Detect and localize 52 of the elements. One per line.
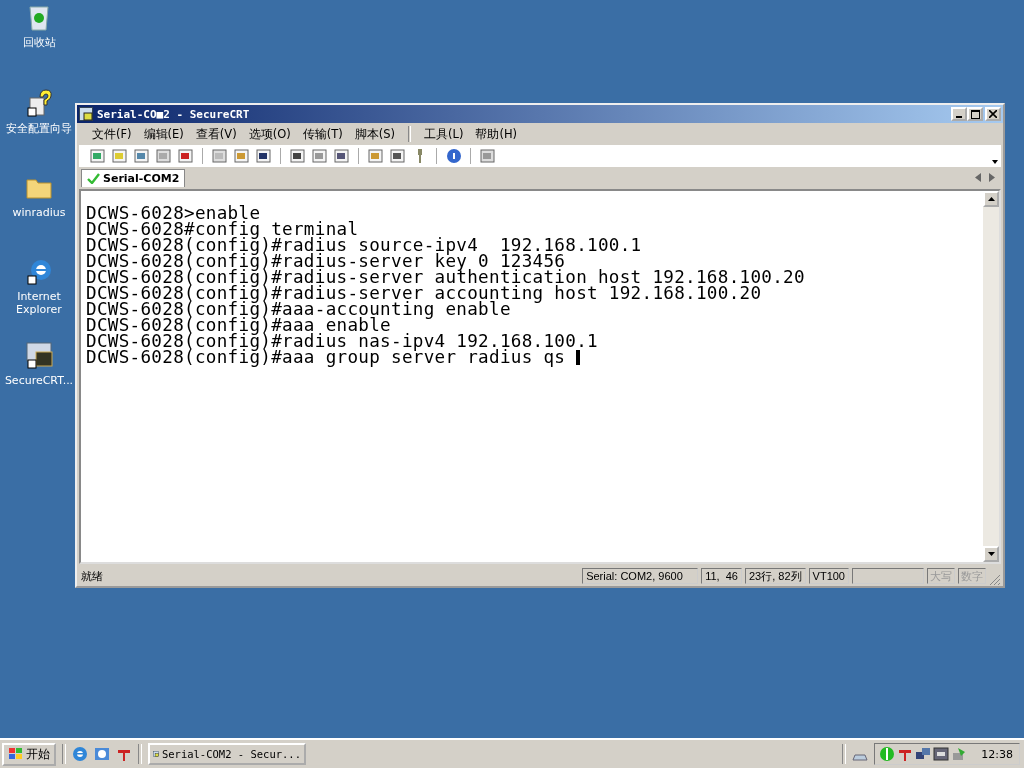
tab-left-icon[interactable] — [975, 172, 981, 182]
status-panel: Serial: COM2, 9600 — [582, 568, 699, 584]
clock: 12:38 — [981, 747, 1013, 761]
terminal-line: DCWS-6028(config)#radius-server accounting host 192.168.100.20 — [86, 285, 762, 301]
desktop-icon-label: 安全配置向导 — [5, 122, 73, 135]
menu-item[interactable]: 选项(O) — [243, 124, 296, 144]
session-tab[interactable]: Serial-COM2 — [81, 169, 186, 187]
taskbar-window-button[interactable]: Serial-COM2 - Secur... — [148, 743, 306, 765]
terminal-line: DCWS-6028(config)#radius-server authentication host 192.168.100.20 — [86, 269, 805, 285]
key-indicator: 数字 — [958, 568, 986, 584]
scroll-up-icon[interactable] — [987, 197, 995, 201]
status-panel: VT100 — [808, 568, 849, 584]
close-icon — [989, 110, 997, 118]
terminal-line: DCWS-6028(config)#radius source-ipv4 192.168.100.1 — [86, 237, 642, 253]
terminal-line: DCWS-6028(config)#aaa-accounting enable — [86, 301, 511, 317]
terminal-line: DCWS-6028(config)#aaa enable — [86, 317, 391, 333]
status-panel: 23行, 82列 — [745, 568, 806, 584]
terminal-line: DCWS-6028(config)#radius-server key 0 123456 — [86, 253, 566, 269]
status-text: 就绪 — [81, 568, 104, 584]
status-panel: 11, 46 — [701, 568, 742, 584]
question-document-icon[interactable] — [24, 88, 54, 118]
windows-logo-icon — [8, 747, 24, 761]
terminal-line: DCWS-6028>enable — [86, 205, 261, 221]
maximize-button[interactable] — [967, 107, 983, 121]
menu-item[interactable]: 编辑(E) — [138, 124, 189, 144]
tab-right-icon[interactable] — [989, 172, 995, 182]
maximize-icon — [970, 109, 980, 119]
menu-item[interactable]: 帮助(H) — [470, 124, 522, 144]
terminal-line: DCWS-6028(config)#radius nas-ipv4 192.168.100.1 — [86, 333, 598, 349]
status-panel — [852, 568, 924, 584]
window-title: Serial-CO■2 - SecureCRT — [97, 107, 250, 121]
window-app-icon — [79, 107, 93, 121]
desktop-icon-label: Internet Explorer — [15, 290, 63, 316]
vertical-scrollbar[interactable] — [983, 191, 999, 562]
check-icon — [87, 173, 100, 184]
terminal-app-icon[interactable] — [24, 340, 54, 370]
menu-item[interactable]: 查看(V) — [190, 124, 242, 144]
resize-grip-icon[interactable] — [989, 574, 1001, 586]
menu-item[interactable]: 脚本(S) — [349, 124, 400, 144]
desktop-icon-label: SecureCRT... — [3, 374, 75, 387]
menu-item[interactable]: 传输(T) — [297, 124, 348, 144]
menu-item[interactable]: 工具(L) — [419, 124, 469, 144]
terminal-line: DCWS-6028#config terminal — [86, 221, 359, 237]
menu-item[interactable]: 文件(F) — [87, 124, 137, 144]
help-icon[interactable] — [445, 148, 463, 164]
minimize-button[interactable] — [951, 107, 967, 121]
network-icon[interactable] — [915, 746, 932, 762]
close-button[interactable] — [985, 107, 1001, 121]
scroll-down-icon[interactable] — [987, 552, 995, 556]
desktop-icon-label: winradius — [11, 206, 67, 219]
start-button[interactable]: 开始 — [2, 742, 56, 766]
desktop-icon-label: 回收站 — [21, 36, 57, 49]
